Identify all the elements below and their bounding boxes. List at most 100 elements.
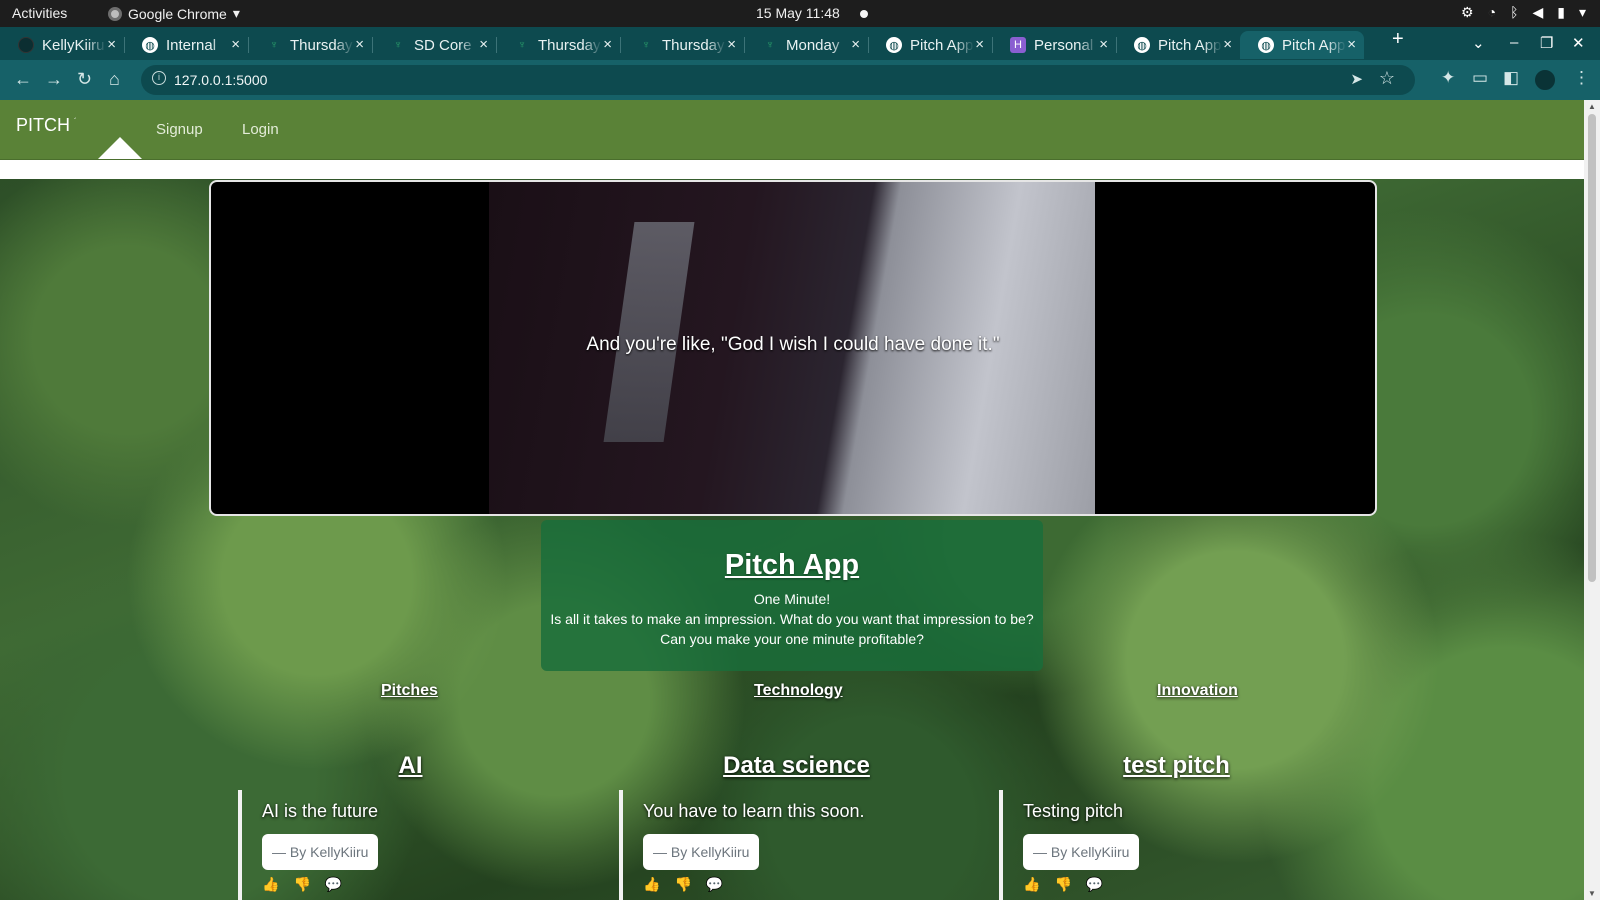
activities-button[interactable]: Activities <box>12 5 67 21</box>
comment-icon[interactable]: 💬 <box>706 876 723 893</box>
pitch-title-link[interactable]: AI <box>232 752 589 780</box>
brand-link[interactable]: PITCH <box>16 115 70 136</box>
app-menu[interactable]: Google Chrome ▾ <box>108 5 240 22</box>
bookmark-star-icon[interactable]: ☆ <box>1379 68 1395 89</box>
close-icon[interactable]: × <box>231 36 240 53</box>
page-title[interactable]: Pitch App <box>541 549 1043 582</box>
heroku-icon: H <box>1010 37 1026 53</box>
scrollbar-thumb[interactable] <box>1588 114 1596 582</box>
tab-pitch-app-1[interactable]: ◍ Pitch App × <box>868 31 992 59</box>
new-tab-button[interactable]: + <box>1392 28 1404 51</box>
video-caption: And you're like, "God I wish I could hav… <box>586 334 1000 355</box>
reload-icon[interactable]: ↻ <box>77 69 92 90</box>
nav-spacer <box>0 160 1584 179</box>
volume-icon[interactable]: ◀ <box>1532 4 1543 21</box>
close-icon[interactable]: × <box>107 36 116 53</box>
pitch-body: AI is the future <box>262 801 379 821</box>
close-icon[interactable]: × <box>1223 36 1232 53</box>
tab-internal[interactable]: ◍ Internal × <box>124 31 248 59</box>
notification-dot-icon <box>860 10 868 18</box>
pitch-author-badge: — By KellyKiiru <box>643 834 760 870</box>
close-window-icon[interactable]: ✕ <box>1572 34 1585 52</box>
moringa-icon: ♆ <box>517 39 527 51</box>
home-icon[interactable]: ⌂ <box>109 69 120 90</box>
category-innovation-link[interactable]: Innovation <box>1157 682 1238 700</box>
tab-monday[interactable]: ♆ Monday × <box>744 31 868 59</box>
tab-personal[interactable]: H Personal × <box>992 31 1116 59</box>
close-icon[interactable]: × <box>975 36 984 53</box>
battery-icon[interactable]: ▮ <box>1557 4 1565 21</box>
cast-icon[interactable]: ▭ <box>1472 68 1488 88</box>
category-technology-link[interactable]: Technology <box>754 682 843 700</box>
forward-icon[interactable]: → <box>45 69 63 90</box>
pitch-body: You have to learn this soon. <box>643 801 865 821</box>
chrome-icon <box>108 6 122 21</box>
tab-search-icon[interactable]: ⌄ <box>1472 34 1485 52</box>
close-icon[interactable]: × <box>1099 36 1108 53</box>
close-icon[interactable]: × <box>1347 36 1356 53</box>
video-player[interactable]: And you're like, "God I wish I could hav… <box>209 180 1377 516</box>
profile-avatar[interactable] <box>1535 70 1555 90</box>
tagline-line-3: Can you make your one minute profitable? <box>660 631 924 647</box>
address-bar[interactable]: i 127.0.0.1:5000 ➤ ☆ <box>141 65 1415 95</box>
tab-pitch-app-active[interactable]: ◍ Pitch App × <box>1240 31 1364 59</box>
globe-icon: ◍ <box>1134 37 1150 53</box>
moringa-icon: ♆ <box>765 39 775 51</box>
system-tray[interactable]: ⚙ ◔ ᛒ ◀ ▮ ▾ <box>1461 4 1586 21</box>
url-text[interactable]: 127.0.0.1:5000 <box>174 72 267 88</box>
tab-strip: KellyKiiru × ◍ Internal × ♆ Thursday × ♆… <box>0 27 1600 60</box>
tagline-line-2: Is all it takes to make an impression. W… <box>550 611 1034 627</box>
downvote-icon[interactable]: 👎 <box>1054 876 1071 893</box>
side-panel-icon[interactable]: ◧ <box>1503 68 1519 88</box>
close-icon[interactable]: × <box>851 36 860 53</box>
pitch-title-link[interactable]: test pitch <box>999 752 1354 780</box>
extensions-icon[interactable]: ✦ <box>1441 68 1455 88</box>
comment-icon[interactable]: 💬 <box>325 876 342 893</box>
close-icon[interactable]: × <box>355 36 364 53</box>
comment-icon[interactable]: 💬 <box>1086 876 1103 893</box>
bluetooth-icon[interactable]: ᛒ <box>1510 4 1518 21</box>
pitch-author-badge: — By KellyKiiru <box>262 834 379 870</box>
pitch-body: Testing pitch <box>1023 801 1124 821</box>
clock[interactable]: 15 May 11:48 <box>756 5 840 21</box>
pitch-border <box>619 790 623 900</box>
upvote-icon[interactable]: 👍 <box>643 876 660 893</box>
scroll-up-icon[interactable]: ▲ <box>1588 102 1596 111</box>
tab-pitch-app-2[interactable]: ◍ Pitch App × <box>1116 31 1240 59</box>
login-link[interactable]: Login <box>242 121 279 138</box>
signup-link[interactable]: Signup <box>156 121 203 138</box>
page-scrollbar[interactable]: ▲ ▼ <box>1584 100 1600 900</box>
send-icon[interactable]: ➤ <box>1350 70 1363 88</box>
nav-pointer-triangle <box>98 137 142 159</box>
close-icon[interactable]: × <box>603 36 612 53</box>
moringa-icon: ♆ <box>393 39 403 51</box>
minimize-icon[interactable]: – <box>1510 34 1518 51</box>
browser-toolbar: ← → ↻ ⌂ i 127.0.0.1:5000 ➤ ☆ ✦ ▭ ◧ ⋮ <box>0 60 1600 100</box>
back-icon[interactable]: ← <box>14 69 32 90</box>
close-icon[interactable]: × <box>727 36 736 53</box>
pitch-border <box>999 790 1003 900</box>
info-icon[interactable]: i <box>152 71 166 85</box>
tab-kellykiiru[interactable]: KellyKiiru × <box>0 31 124 59</box>
restore-icon[interactable]: ❐ <box>1540 34 1553 52</box>
tab-thursday-2[interactable]: ♆ Thursday × <box>496 31 620 59</box>
globe-icon: ◍ <box>142 37 158 53</box>
pitch-title-link[interactable]: Data science <box>619 752 974 780</box>
app-name: Google Chrome <box>128 5 227 22</box>
scroll-down-icon[interactable]: ▼ <box>1588 889 1596 898</box>
tab-thursday-1[interactable]: ♆ Thursday × <box>248 31 372 59</box>
downvote-icon[interactable]: 👎 <box>674 876 691 893</box>
upvote-icon[interactable]: 👍 <box>262 876 279 893</box>
menu-kebab-icon[interactable]: ⋮ <box>1573 68 1590 88</box>
chevron-down-icon[interactable]: ▾ <box>1579 4 1586 21</box>
tab-thursday-3[interactable]: ♆ Thursday × <box>620 31 744 59</box>
pitch-actions: 👍 👎 💬 <box>262 876 342 893</box>
tab-sd-core[interactable]: ♆ SD Core × <box>372 31 496 59</box>
category-pitches-link[interactable]: Pitches <box>381 682 438 700</box>
settings-icon[interactable]: ⚙ <box>1461 4 1474 21</box>
chevron-down-icon: ▾ <box>232 5 240 21</box>
downvote-icon[interactable]: 👎 <box>293 876 310 893</box>
upvote-icon[interactable]: 👍 <box>1023 876 1040 893</box>
wifi-icon[interactable]: ◔ <box>1488 4 1496 21</box>
close-icon[interactable]: × <box>479 36 488 53</box>
